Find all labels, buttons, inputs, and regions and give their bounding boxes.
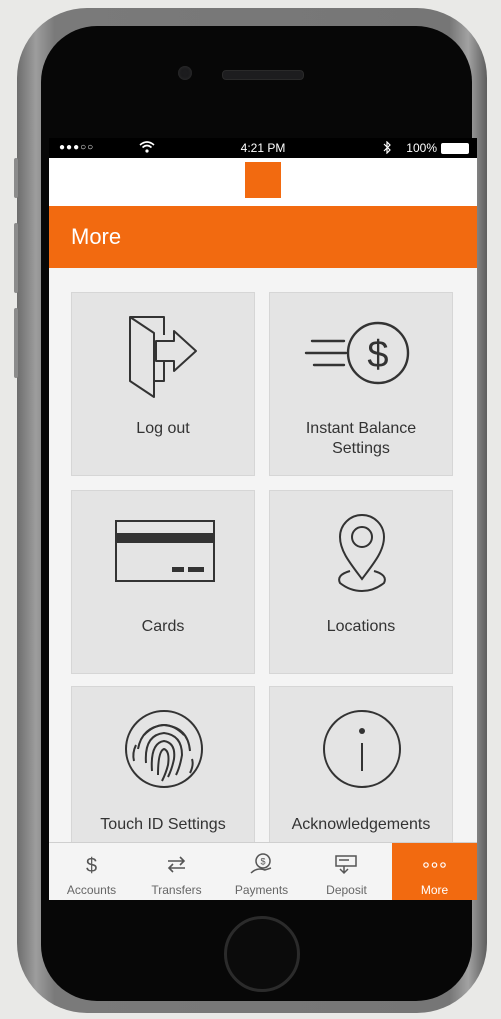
tab-accounts[interactable]: $ Accounts xyxy=(49,843,134,900)
page-title: More xyxy=(71,224,122,249)
acknowledgements-label: Acknowledgements xyxy=(291,816,431,833)
svg-text:$: $ xyxy=(367,334,388,376)
tab-deposit[interactable]: Deposit xyxy=(304,843,389,900)
dollar-icon: $ xyxy=(49,853,134,877)
app-screen: ●●●○○ 4:21 PM 100% More Log out $ Instan… xyxy=(49,138,477,900)
fingerprint-icon xyxy=(72,705,254,795)
battery-percent: 100% xyxy=(406,141,437,155)
tab-payments[interactable]: $ Payments xyxy=(219,843,304,900)
svg-text:$: $ xyxy=(86,855,97,875)
tab-transfers[interactable]: Transfers xyxy=(134,843,219,900)
tab-more-label: More xyxy=(420,883,449,897)
mute-switch xyxy=(14,158,18,198)
bank-logo xyxy=(245,162,281,198)
home-button[interactable] xyxy=(224,916,300,992)
page-header: More xyxy=(49,206,477,268)
instant-balance-tile[interactable]: $ Instant Balance Settings xyxy=(269,292,453,476)
svg-text:$: $ xyxy=(260,857,265,867)
instant-balance-label: Instant Balance Settings xyxy=(270,419,452,459)
transfer-icon xyxy=(134,853,219,875)
location-pin-icon xyxy=(270,509,452,599)
deposit-icon xyxy=(304,853,389,875)
info-icon xyxy=(270,705,452,795)
front-camera xyxy=(178,66,192,80)
logout-icon xyxy=(72,311,254,401)
cards-label: Cards xyxy=(141,618,185,635)
instant-balance-icon: $ xyxy=(270,311,452,401)
tab-accounts-label: Accounts xyxy=(66,883,117,897)
touch-id-label: Touch ID Settings xyxy=(100,816,226,833)
earpiece-speaker xyxy=(222,70,304,80)
instant-balance-label-line1: Instant Balance xyxy=(305,420,417,437)
payments-icon: $ xyxy=(219,853,304,875)
logo-bar xyxy=(49,158,477,206)
tab-payments-label: Payments xyxy=(234,883,289,897)
locations-label: Locations xyxy=(326,618,396,635)
cards-tile[interactable]: Cards xyxy=(71,490,255,674)
volume-down-button xyxy=(14,308,18,378)
battery-icon xyxy=(441,143,469,154)
locations-tile[interactable]: Locations xyxy=(269,490,453,674)
logout-label: Log out xyxy=(136,420,190,437)
tab-deposit-label: Deposit xyxy=(326,883,367,897)
logout-tile[interactable]: Log out xyxy=(71,292,255,476)
tab-more[interactable]: More xyxy=(392,843,477,900)
tab-bar: $ Accounts Transfers $ Payments Deposit xyxy=(49,842,477,900)
bluetooth-icon xyxy=(382,140,392,157)
status-bar: ●●●○○ 4:21 PM 100% xyxy=(49,138,477,158)
volume-up-button xyxy=(14,223,18,293)
more-dots-icon xyxy=(392,853,477,875)
tab-transfers-label: Transfers xyxy=(151,883,202,897)
instant-balance-label-line2: Settings xyxy=(332,440,390,457)
credit-card-icon xyxy=(72,509,254,599)
